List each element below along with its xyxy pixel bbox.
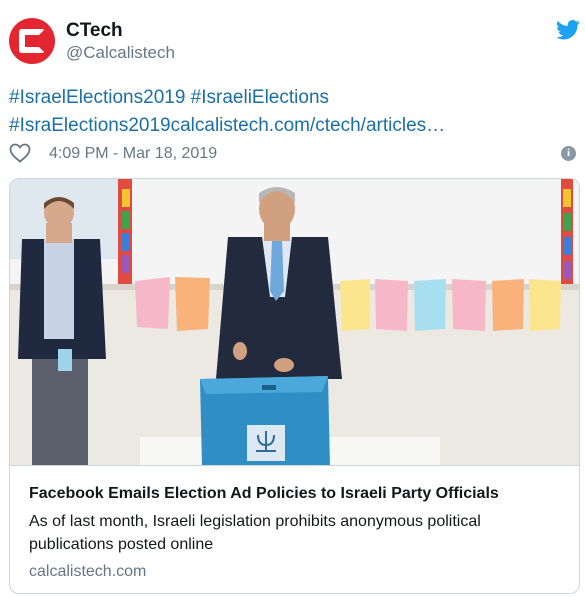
tweet-timestamp[interactable]: 4:09 PM - Mar 18, 2019 <box>49 145 217 163</box>
article-photo-illustration <box>10 179 579 465</box>
ctech-logo-icon[interactable] <box>9 18 55 64</box>
logo-c-mark <box>19 29 45 53</box>
card-description: As of last month, Israeli legislation pr… <box>29 513 481 553</box>
link-card[interactable]: Facebook Emails Election Ad Policies to … <box>9 178 580 594</box>
account-handle[interactable]: @Calcalistech <box>66 43 175 63</box>
tweet-text-line-2[interactable]: #IsraElections2019calcalistech.com/ctech… <box>9 115 445 137</box>
heart-icon[interactable] <box>9 143 31 163</box>
display-name[interactable]: CTech <box>66 20 123 42</box>
info-icon[interactable]: i <box>561 146 576 161</box>
embedded-tweet: CTech @Calcalistech #IsraelElections2019… <box>0 0 585 597</box>
tweet-text-line-1[interactable]: #IsraelElections2019 #IsraeliElections <box>9 87 329 109</box>
card-domain[interactable]: calcalistech.com <box>29 563 146 581</box>
card-title[interactable]: Facebook Emails Election Ad Policies to … <box>29 485 499 503</box>
twitter-bird-icon[interactable] <box>556 20 580 40</box>
article-photo <box>10 179 579 466</box>
